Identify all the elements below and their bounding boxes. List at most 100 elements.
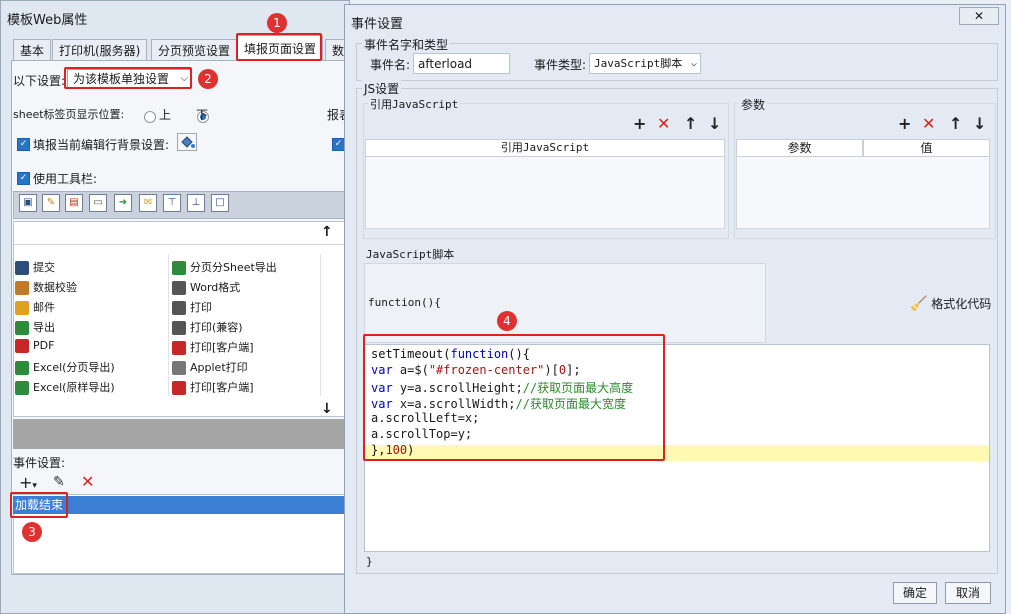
script-label: JavaScript脚本	[366, 248, 455, 261]
ref-js-column-header: 引用JavaScript	[365, 139, 725, 157]
params-label: 参数	[739, 96, 768, 113]
toolbar-item-label: Excel(原样导出)	[33, 381, 115, 394]
paint-bucket-button[interactable]	[177, 133, 197, 151]
toolbar-item-label: 分页分Sheet导出	[190, 261, 277, 274]
js-settings-group-label: JS设置	[362, 80, 402, 97]
export-icon[interactable]: ➜	[114, 194, 132, 212]
insert-row-icon[interactable]: ⊤	[163, 194, 181, 212]
toolbar-item[interactable]: Excel(分页导出)	[15, 359, 115, 375]
paint-bucket-icon	[181, 136, 195, 148]
ref-js-label: 引用JavaScript	[368, 96, 461, 112]
annotation-badge-4: 4	[497, 311, 517, 331]
radio-top[interactable]	[144, 110, 156, 123]
broom-icon: 🧹	[910, 296, 928, 312]
toolbar-item-icon	[15, 381, 29, 395]
toolbar-item[interactable]: 分页分Sheet导出	[172, 259, 277, 275]
add-param-icon[interactable]: +	[898, 116, 911, 132]
column-divider	[168, 254, 169, 396]
toolbar-item-label: 打印[客户端]	[190, 341, 254, 354]
radio-top-label: 上	[159, 108, 172, 122]
save-icon[interactable]: ▣	[19, 194, 37, 212]
toolbar-item[interactable]: 打印(兼容)	[172, 319, 243, 335]
annotation-box-1	[236, 33, 322, 61]
toolbar-item[interactable]: PDF	[15, 339, 54, 353]
toolbar-item-label: 导出	[33, 321, 55, 334]
event-type-value: JavaScript脚本	[594, 57, 683, 70]
event-settings-label: 事件设置:	[13, 456, 66, 470]
format-code-button[interactable]: 🧹 格式化代码	[910, 295, 991, 312]
toolbar-item-icon	[172, 261, 186, 275]
column-divider	[320, 254, 321, 396]
toolbar-item-icon	[15, 361, 29, 375]
toolbar-item[interactable]: 提交	[15, 259, 55, 275]
toolbar-item[interactable]: 打印	[172, 299, 212, 315]
toolbar-item[interactable]: 邮件	[15, 299, 55, 315]
toolbar-item-icon	[15, 339, 29, 353]
toolbar-item[interactable]: Excel(原样导出)	[15, 379, 115, 395]
validate-icon[interactable]: ✎	[42, 194, 60, 212]
tab-basic[interactable]: 基本	[13, 39, 52, 61]
template-web-properties-window: 模板Web属性 基本 打印机(服务器) 分页预览设置 填报页面设置 数 以下设置…	[0, 0, 350, 614]
setting-label: 以下设置:	[13, 74, 66, 88]
delete-ref-icon[interactable]: ✕	[657, 116, 670, 132]
use-toolbar-checkbox[interactable]: ✓	[17, 172, 30, 185]
print-icon[interactable]: ▭	[89, 194, 107, 212]
delete-param-icon[interactable]: ✕	[922, 116, 935, 132]
move-down-param-icon[interactable]: ↓	[973, 116, 986, 132]
toolbar-item-icon	[15, 301, 29, 315]
annotation-box-4	[363, 334, 665, 461]
toolbar-item-label: PDF	[33, 339, 55, 352]
function-close-text: }	[366, 555, 373, 568]
annotation-badge-1: 1	[267, 13, 287, 33]
use-toolbar-label: 使用工具栏:	[33, 172, 98, 186]
annotation-box-2	[64, 67, 192, 89]
function-open-text: function(){	[368, 296, 441, 309]
delete-event-icon[interactable]: ✕	[81, 472, 94, 491]
toolbar-item-label: 数据校验	[33, 281, 77, 294]
add-event-icon[interactable]: +▾	[19, 473, 37, 492]
toolbar-item-icon	[172, 361, 186, 375]
toolbar-item[interactable]: 数据校验	[15, 279, 77, 295]
params-column-header: 参数	[736, 139, 863, 157]
move-up-param-icon[interactable]: ↑	[949, 116, 962, 132]
toolbar-item[interactable]: Word格式	[172, 279, 240, 295]
tab-page-preview[interactable]: 分页预览设置	[151, 39, 238, 61]
event-name-input[interactable]: afterload	[413, 53, 510, 74]
move-up-ref-icon[interactable]: ↑	[684, 116, 697, 132]
toolbar-item-icon	[15, 281, 29, 295]
toolbar-item[interactable]: 打印[客户端]	[172, 339, 254, 355]
toolbar-item-icon	[172, 301, 186, 315]
delete-row-icon[interactable]: ⊥	[187, 194, 205, 212]
move-down-icon[interactable]: ↓	[321, 401, 333, 417]
mail-icon[interactable]: ✉	[139, 194, 157, 212]
toolbar-item-icon	[172, 381, 186, 395]
move-down-ref-icon[interactable]: ↓	[708, 116, 721, 132]
ok-button[interactable]: 确定	[893, 582, 937, 604]
toolbar-item[interactable]: 打印[客户端]	[172, 379, 254, 395]
edit-event-icon[interactable]: ✎	[53, 474, 65, 490]
close-icon[interactable]: ✕	[959, 7, 999, 25]
toolbar-item-label: Word格式	[190, 281, 241, 294]
annotation-box-3	[10, 492, 68, 518]
fill-bg-checkbox[interactable]: ✓	[17, 138, 30, 151]
window-title: 模板Web属性	[7, 13, 88, 28]
toolbar-item-label: 打印[客户端]	[190, 381, 254, 394]
toolbar-item-icon	[172, 321, 186, 335]
radio-bottom-label: 下	[196, 108, 209, 122]
toolbar-item-icon	[172, 281, 186, 295]
tab-printer-server[interactable]: 打印机(服务器)	[52, 39, 148, 61]
toolbar-item[interactable]: Applet打印	[172, 359, 248, 375]
toolbar-item-label: 提交	[33, 261, 55, 274]
chevron-down-icon: ⌵	[690, 58, 697, 69]
toolbar-item-label: 打印	[190, 301, 212, 314]
add-ref-icon[interactable]: +	[633, 116, 646, 132]
move-up-icon[interactable]: ↑	[321, 224, 333, 240]
pdf-icon[interactable]: ▤	[65, 194, 83, 212]
frame-icon[interactable]: □	[211, 194, 229, 212]
toolbar-item[interactable]: 导出	[15, 319, 55, 335]
sheet-tab-position-label: sheet标签页显示位置:	[13, 108, 125, 121]
cancel-button[interactable]: 取消	[945, 582, 991, 604]
format-code-label: 格式化代码	[931, 297, 992, 311]
fill-bg-label: 填报当前编辑行背景设置:	[33, 138, 170, 152]
event-type-select[interactable]: JavaScript脚本 ⌵	[589, 53, 701, 74]
